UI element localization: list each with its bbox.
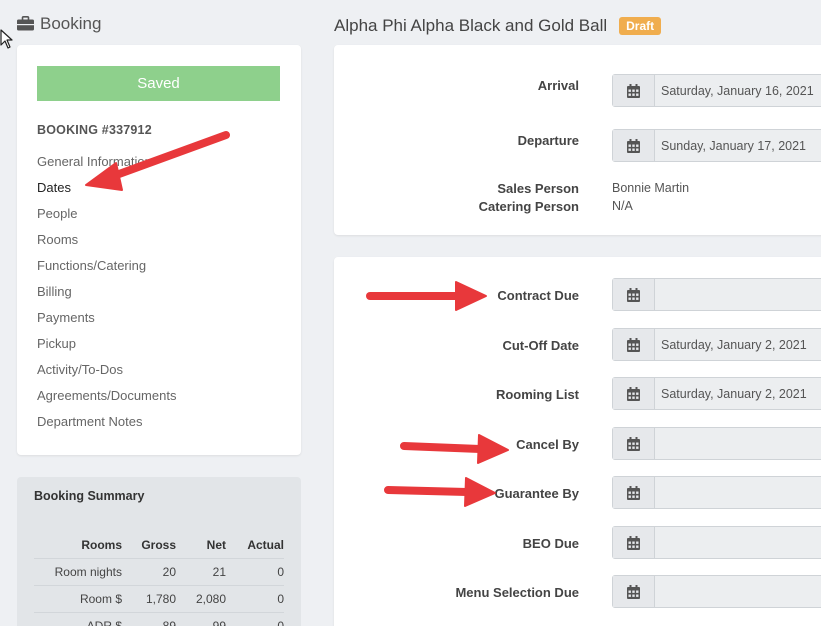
annotation-arrow-dates (85, 131, 509, 507)
